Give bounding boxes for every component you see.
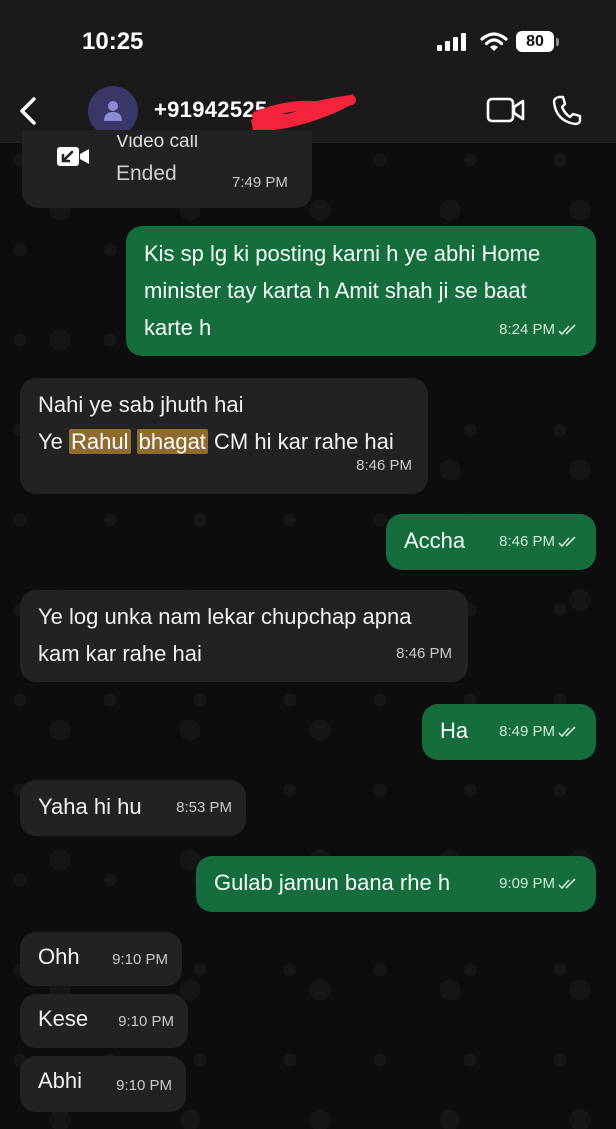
search-highlight: Rahul xyxy=(69,429,131,454)
phone-call-icon[interactable] xyxy=(552,94,582,126)
message-timestamp: 8:53 PM xyxy=(176,799,232,816)
message-timestamp: 9:10 PM xyxy=(116,1077,172,1094)
message-line: Kis sp lg ki posting karni h ye abhi Hom… xyxy=(144,241,541,266)
message-text: Kese xyxy=(38,1006,89,1031)
message-timestamp: 8:46 PM xyxy=(499,533,555,550)
missed-video-call-icon xyxy=(57,147,89,166)
status-time: 10:25 xyxy=(82,28,144,55)
read-receipt-icon xyxy=(558,536,576,548)
read-receipt-icon xyxy=(558,726,576,738)
cellular-signal-icon xyxy=(437,33,469,51)
message-timestamp: 8:46 PM xyxy=(396,645,452,662)
message-timestamp: 9:10 PM xyxy=(112,951,168,968)
message-text: Abhi xyxy=(38,1068,83,1093)
battery-indicator: 80 xyxy=(516,31,554,52)
outgoing-message[interactable]: Gulab jamun bana rhe h 9:09 PM xyxy=(196,856,596,912)
call-timestamp: 7:49 PM xyxy=(232,174,288,191)
incoming-message[interactable]: Ye log unka nam lekar chupchap apna kam … xyxy=(20,590,468,682)
message-text: Ohh xyxy=(38,944,80,969)
outgoing-message[interactable]: Kis sp lg ki posting karni h ye abhi Hom… xyxy=(126,226,596,356)
battery-tip xyxy=(556,38,559,46)
text-segment: Ye xyxy=(38,429,70,454)
message-line: Ye log unka nam lekar chupchap apna xyxy=(38,604,412,629)
read-receipt-icon xyxy=(558,324,576,336)
outgoing-message[interactable]: Accha 8:46 PM xyxy=(386,514,596,570)
contact-avatar[interactable] xyxy=(88,86,138,136)
read-receipt-icon xyxy=(558,878,576,890)
back-chevron-icon[interactable] xyxy=(16,96,42,126)
message-text: Gulab jamun bana rhe h xyxy=(214,870,451,895)
wifi-icon xyxy=(480,32,508,51)
message-timestamp: 8:49 PM xyxy=(499,723,555,740)
message-timestamp: 9:09 PM xyxy=(499,875,555,892)
search-highlight: bhagat xyxy=(136,429,208,454)
message-timestamp: 8:46 PM xyxy=(356,457,412,474)
message-text: Accha xyxy=(404,528,466,553)
outgoing-message[interactable]: Ha 8:49 PM xyxy=(422,704,596,760)
message-line: Nahi ye sab jhuth hai xyxy=(38,392,244,417)
message-text: Ha xyxy=(440,718,469,743)
incoming-message[interactable]: Ohh 9:10 PM xyxy=(20,932,182,986)
call-status: Ended xyxy=(116,162,177,185)
message-line: kam kar rahe hai xyxy=(38,641,202,666)
incoming-message[interactable]: Kese 9:10 PM xyxy=(20,994,188,1048)
message-line-highlighted: Ye Rahul bhagat CM hi kar rahe hai xyxy=(38,423,410,460)
incoming-message[interactable]: Yaha hi hu 8:53 PM xyxy=(20,780,246,836)
message-line: minister tay karta h Amit shah ji se baa… xyxy=(144,278,527,303)
incoming-message[interactable]: Abhi 9:10 PM xyxy=(20,1056,186,1112)
video-call-icon[interactable] xyxy=(486,96,526,124)
call-title: Video call xyxy=(116,135,199,149)
person-icon xyxy=(104,101,122,121)
message-text: Yaha hi hu xyxy=(38,794,142,819)
incoming-message[interactable]: Nahi ye sab jhuth hai Ye Rahul bhagat CM… xyxy=(20,378,428,494)
message-timestamp: 8:24 PM xyxy=(499,321,555,338)
message-timestamp: 9:10 PM xyxy=(118,1013,174,1030)
